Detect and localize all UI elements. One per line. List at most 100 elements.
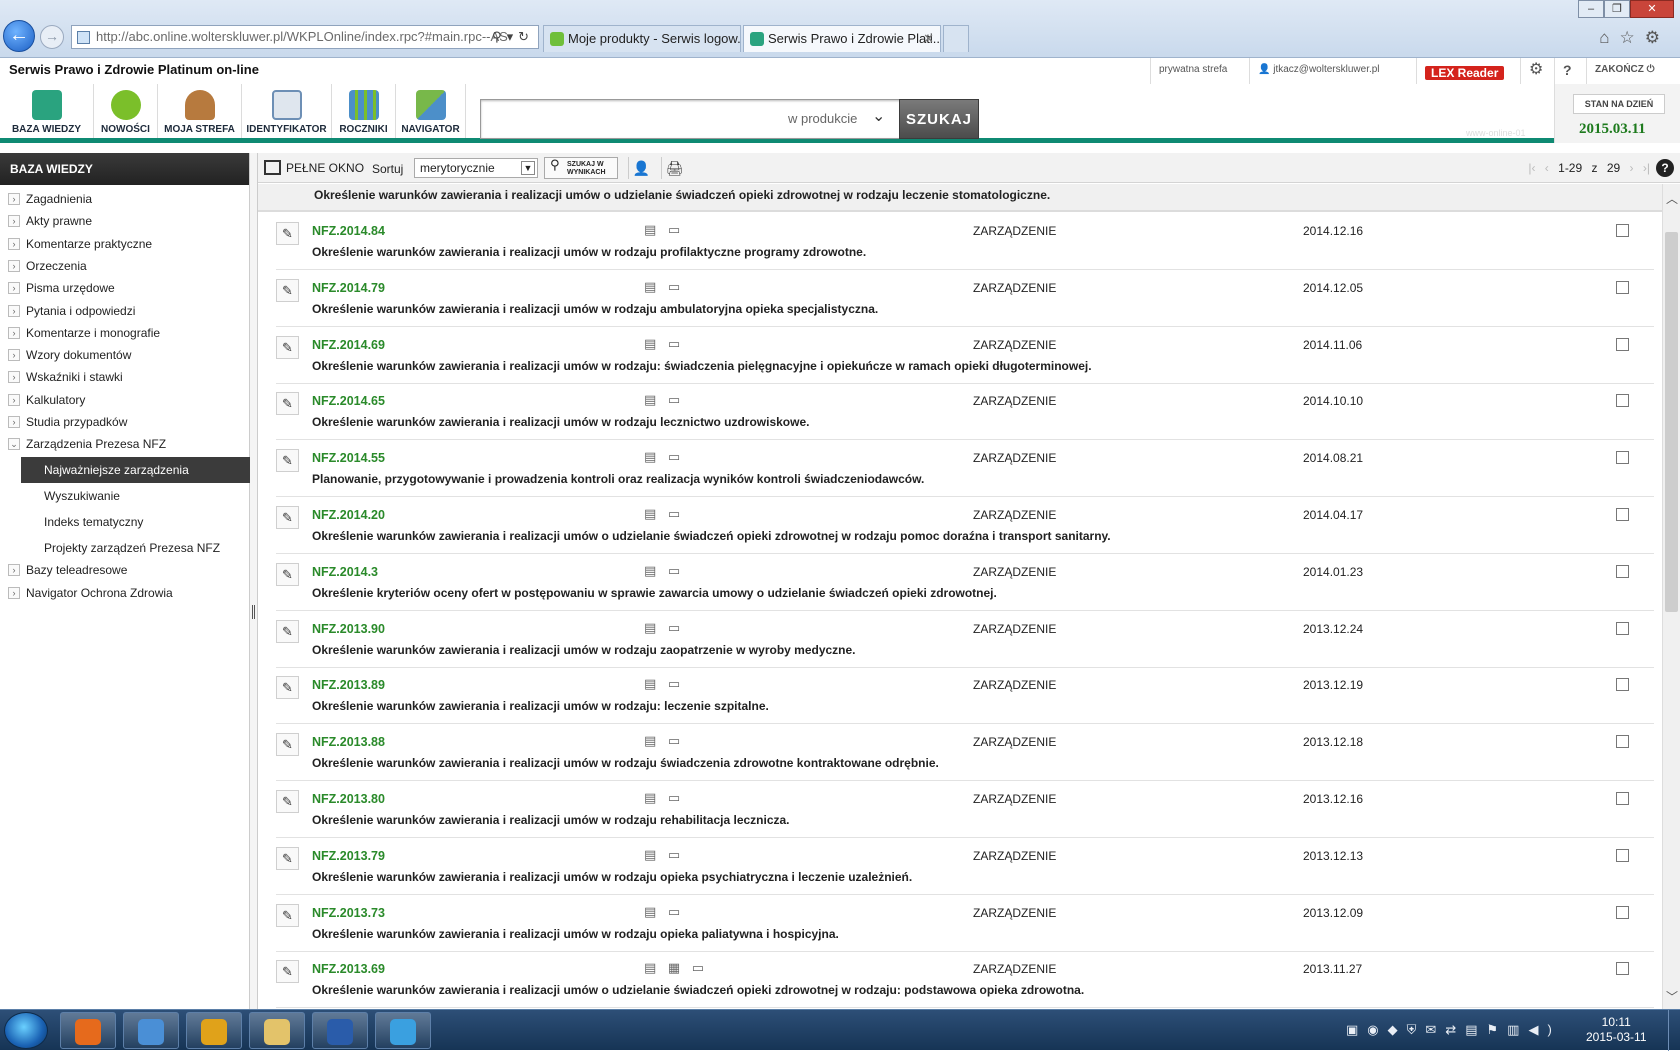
document-title[interactable]: Określenie kryteriów oceny ofert w postę… bbox=[312, 586, 997, 600]
edit-note-icon[interactable]: ✎ bbox=[276, 222, 299, 245]
close-window-button[interactable]: ✕ bbox=[1630, 0, 1674, 18]
document-actions-icon[interactable]: ▤ ▭ bbox=[644, 506, 684, 522]
document-actions-icon[interactable]: ▤ ▭ bbox=[644, 790, 684, 806]
tab-moje-produkty[interactable]: Moje produkty - Serwis logow... bbox=[543, 25, 741, 52]
expand-toggle-icon[interactable]: › bbox=[8, 282, 20, 295]
toolbar-knowledge-base[interactable]: BAZA WIEDZY bbox=[0, 84, 94, 138]
splitter-grip-icon[interactable] bbox=[252, 605, 255, 619]
document-title[interactable]: Określenie warunków zawierania i realiza… bbox=[312, 927, 839, 941]
document-code-link[interactable]: NFZ.2014.69 bbox=[312, 338, 385, 352]
document-actions-icon[interactable]: ▤ ▭ bbox=[644, 676, 684, 692]
document-code-link[interactable]: NFZ.2014.3 bbox=[312, 565, 378, 579]
document-code-link[interactable]: NFZ.2014.20 bbox=[312, 508, 385, 522]
tray-icon[interactable]: ▥ bbox=[1507, 1022, 1528, 1037]
document-actions-icon[interactable]: ▤ ▭ bbox=[644, 449, 684, 465]
select-checkbox[interactable] bbox=[1616, 905, 1629, 919]
edit-note-icon[interactable]: ✎ bbox=[276, 790, 299, 813]
document-actions-icon[interactable]: ▤ ▭ bbox=[644, 904, 684, 920]
last-page-icon[interactable]: ›| bbox=[1643, 161, 1650, 175]
sidebar-subitem[interactable]: Projekty zarządzeń Prezesa NFZ bbox=[21, 535, 250, 561]
taskbar-explorer-button[interactable] bbox=[249, 1012, 305, 1049]
expand-toggle-icon[interactable]: › bbox=[8, 416, 20, 428]
sidebar-item[interactable]: › Bazy teleadresowe bbox=[0, 559, 250, 581]
tray-icon[interactable]: ✉ bbox=[1425, 1022, 1445, 1037]
toolbar-yearbooks[interactable]: ROCZNIKI bbox=[332, 84, 396, 138]
toolbar-my-zone[interactable]: MOJA STREFA bbox=[158, 84, 242, 138]
user-settings-icon[interactable]: 👤 bbox=[628, 157, 654, 179]
forward-button[interactable]: → bbox=[40, 25, 64, 49]
expand-toggle-icon[interactable]: › bbox=[8, 237, 20, 250]
taskbar-outlook-button[interactable] bbox=[186, 1012, 242, 1049]
expand-toggle-icon[interactable]: › bbox=[8, 215, 20, 228]
next-page-icon[interactable]: › bbox=[1630, 161, 1634, 175]
expand-toggle-icon[interactable]: › bbox=[8, 393, 20, 406]
tray-icon[interactable]: ▣ bbox=[1346, 1022, 1367, 1037]
document-title[interactable]: Określenie warunków zawierania i realiza… bbox=[312, 359, 1092, 373]
settings-gear-icon[interactable]: ⚙ bbox=[1645, 28, 1670, 47]
sidebar-item[interactable]: › Kalkulatory bbox=[0, 389, 250, 411]
select-checkbox[interactable] bbox=[1616, 508, 1629, 521]
select-checkbox[interactable] bbox=[1616, 621, 1629, 635]
expand-toggle-icon[interactable]: › bbox=[8, 586, 20, 599]
settings-gear-icon[interactable]: ⚙ bbox=[1520, 58, 1551, 84]
minimize-button[interactable]: – bbox=[1578, 0, 1604, 18]
toolbar-identifier[interactable]: IDENTYFIKATOR bbox=[242, 84, 332, 138]
home-icon[interactable]: ⌂ bbox=[1599, 28, 1619, 47]
sidebar-item[interactable]: › Orzeczenia bbox=[0, 255, 250, 277]
expand-toggle-icon[interactable]: › bbox=[8, 259, 20, 272]
document-actions-icon[interactable]: ▤ ▭ bbox=[644, 563, 684, 579]
full-window-button[interactable]: PEŁNE OKNO bbox=[264, 158, 364, 178]
document-code-link[interactable]: NFZ.2014.84 bbox=[312, 224, 385, 238]
expand-toggle-icon[interactable]: › bbox=[8, 564, 20, 577]
taskbar-internet-explorer-button[interactable] bbox=[375, 1012, 431, 1049]
search-scope-select[interactable]: w produkcie bbox=[788, 111, 857, 126]
document-title[interactable]: Określenie warunków zawierania i realiza… bbox=[312, 983, 1084, 997]
document-title[interactable]: Określenie warunków zawierania i realiza… bbox=[312, 245, 866, 259]
toolbar-navigator[interactable]: NAVIGATOR bbox=[396, 84, 466, 138]
document-title[interactable]: Określenie warunków zawierania i realiza… bbox=[312, 813, 790, 827]
edit-note-icon[interactable]: ✎ bbox=[276, 278, 299, 302]
edit-note-icon[interactable]: ✎ bbox=[276, 335, 299, 359]
tab-serwis-prawo[interactable]: Serwis Prawo i Zdrowie Plati... ✕ bbox=[743, 25, 941, 52]
search-in-results-button[interactable]: ⚲ SZUKAJ W WYNIKACH bbox=[544, 157, 618, 179]
document-code-link[interactable]: NFZ.2013.88 bbox=[312, 735, 385, 749]
edit-note-icon[interactable]: ✎ bbox=[276, 619, 299, 643]
show-desktop-button[interactable] bbox=[1668, 1010, 1680, 1051]
tray-icon[interactable]: ⚑ bbox=[1487, 1022, 1508, 1037]
expand-toggle-icon[interactable]: › bbox=[8, 371, 20, 384]
document-actions-icon[interactable]: ▤ ▭ bbox=[644, 733, 684, 749]
taskbar-word-button[interactable] bbox=[312, 1012, 368, 1049]
close-tab-icon[interactable]: ✕ bbox=[923, 26, 934, 51]
edit-note-icon[interactable]: ✎ bbox=[276, 846, 299, 870]
document-code-link[interactable]: NFZ.2013.90 bbox=[312, 622, 385, 636]
document-title[interactable]: Określenie warunków zawierania i realiza… bbox=[312, 870, 912, 884]
user-account-link[interactable]: 👤 jtkacz@wolterskluwer.pl bbox=[1249, 58, 1388, 84]
document-code-link[interactable]: NFZ.2014.79 bbox=[312, 281, 385, 295]
edit-note-icon[interactable]: ✎ bbox=[276, 676, 299, 700]
partial-row[interactable]: Określenie warunków zawierania i realiza… bbox=[258, 184, 1662, 212]
select-checkbox[interactable] bbox=[1616, 280, 1629, 294]
address-tools-icon[interactable]: ⚲▾↻ bbox=[492, 26, 534, 48]
select-checkbox[interactable] bbox=[1616, 451, 1629, 465]
document-code-link[interactable]: NFZ.2013.69 bbox=[312, 962, 385, 976]
sidebar-item[interactable]: › Komentarze i monografie bbox=[0, 322, 250, 344]
expand-toggle-icon[interactable]: › bbox=[8, 326, 20, 339]
document-title[interactable]: Określenie warunków zawierania i realiza… bbox=[312, 302, 878, 316]
edit-note-icon[interactable]: ✎ bbox=[276, 506, 299, 529]
vertical-scrollbar[interactable]: ︿ ﹀ bbox=[1662, 184, 1680, 1009]
lex-reader-button[interactable]: LEX Reader bbox=[1425, 66, 1505, 80]
select-checkbox[interactable] bbox=[1616, 337, 1629, 351]
document-actions-icon[interactable]: ▤ ▭ bbox=[644, 336, 684, 352]
sort-select[interactable]: merytorycznie ▼ bbox=[414, 158, 538, 178]
select-checkbox[interactable] bbox=[1616, 564, 1629, 578]
document-actions-icon[interactable]: ▤ ▭ bbox=[644, 620, 684, 636]
document-actions-icon[interactable]: ▤ ▦ ▭ bbox=[644, 960, 708, 976]
search-input[interactable] bbox=[485, 104, 785, 134]
logout-button[interactable]: ZAKOŃCZ ⏻ bbox=[1586, 58, 1663, 84]
document-title[interactable]: Planowanie, przygotowywanie i prowadzeni… bbox=[312, 472, 924, 486]
expanded-toggle-icon[interactable]: ⌄ bbox=[8, 438, 20, 451]
expand-toggle-icon[interactable]: › bbox=[8, 349, 20, 362]
scroll-down-icon[interactable]: ﹀ bbox=[1666, 988, 1678, 1005]
clock[interactable]: 10:11 2015-03-11 bbox=[1586, 1015, 1647, 1045]
private-zone-link[interactable]: prywatna strefa bbox=[1150, 58, 1235, 84]
